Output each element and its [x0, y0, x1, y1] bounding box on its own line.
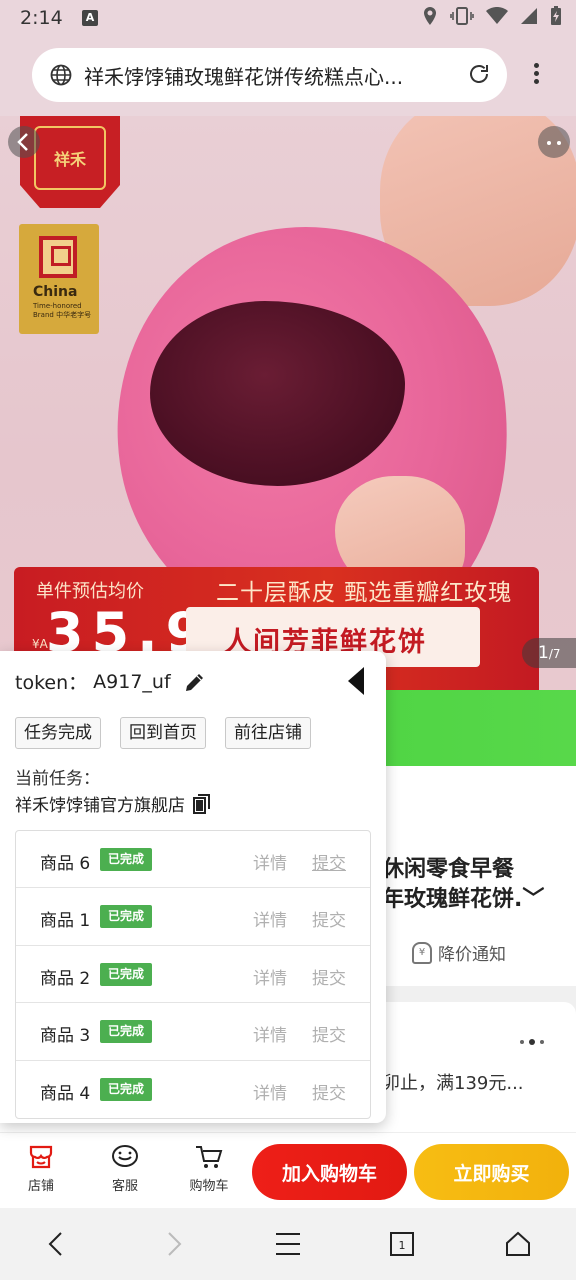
notify-label: 降价通知: [438, 945, 506, 965]
nav-back-icon[interactable]: [44, 1230, 68, 1258]
browser-menu-icon[interactable]: [522, 60, 550, 92]
add-to-cart-button[interactable]: 加入购物车: [252, 1144, 407, 1200]
service-label: 客服: [111, 1179, 138, 1194]
detail-link[interactable]: 详情: [253, 906, 287, 931]
status-badge: 已完成: [100, 962, 153, 986]
submit-link[interactable]: 提交: [312, 849, 346, 874]
goods-name: 商品 4: [40, 1083, 91, 1104]
status-badge: 已完成: [100, 905, 153, 929]
customer-service-icon: [112, 1145, 138, 1167]
submit-link[interactable]: 提交: [312, 964, 346, 989]
browser-toolbar: 祥禾饽饽铺玫瑰鲜花饼传统糕点心...: [0, 36, 576, 116]
bottom-action-bar: 店铺 客服 购物车 加入购物车 立即购买: [0, 1132, 576, 1208]
brand-logo-text: 祥禾: [53, 150, 86, 169]
copy-icon[interactable]: [193, 793, 211, 814]
detail-link[interactable]: 详情: [253, 1021, 287, 1046]
shop-tab[interactable]: 店铺: [16, 1143, 66, 1194]
badge-subtitle: Time-honored Brand 中华老字号: [33, 302, 92, 319]
buy-now-button[interactable]: 立即购买: [414, 1144, 569, 1200]
time-honored-mark-icon: [39, 236, 77, 278]
token-row: token： A917_uf: [15, 668, 207, 695]
collapse-panel-icon[interactable]: [348, 667, 364, 695]
shop-icon: [29, 1145, 53, 1169]
goods-name: 商品 2: [40, 968, 91, 989]
system-navigation: 1: [0, 1208, 576, 1280]
price-drop-notify[interactable]: ¥ 降价通知: [412, 940, 506, 965]
current-task-name: 祥禾饽饽铺官方旗舰店: [15, 791, 211, 816]
shop-label: 店铺: [27, 1179, 54, 1194]
vibrate-icon: [450, 7, 474, 25]
go-shop-button[interactable]: 前往店铺: [225, 717, 311, 749]
location-icon: [424, 7, 436, 25]
goods-row: 商品 6 已完成 详情 提交: [16, 831, 370, 889]
nav-home-icon[interactable]: [504, 1230, 532, 1258]
more-button[interactable]: [538, 126, 570, 158]
battery-icon: [551, 6, 561, 25]
banner-feature-text: 二十层酥皮 甄选重瓣红玫瑰: [216, 580, 513, 606]
goods-name: 商品 3: [40, 1026, 91, 1047]
service-tab[interactable]: 客服: [100, 1143, 150, 1194]
task-complete-button[interactable]: 任务完成: [15, 717, 101, 749]
nav-forward-icon[interactable]: [162, 1230, 186, 1258]
cart-tab[interactable]: 购物车: [184, 1143, 234, 1194]
image-counter: 1/7: [522, 638, 576, 668]
signal-icon: [521, 8, 537, 24]
promo-more-icon[interactable]: [520, 1039, 544, 1045]
submit-link[interactable]: 提交: [312, 906, 346, 931]
status-icons: [422, 6, 562, 26]
promo-text: 卯止，满139元...: [382, 1073, 524, 1094]
banner-price-label: 单件预估均价: [36, 581, 144, 602]
goods-name: 商品 6: [40, 854, 91, 874]
detail-link[interactable]: 详情: [253, 964, 287, 989]
badge-title: China: [33, 284, 78, 300]
status-badge: 已完成: [100, 848, 153, 871]
back-button[interactable]: [8, 126, 40, 158]
time-honored-badge: China Time-honored Brand 中华老字号: [19, 224, 99, 334]
product-image-carousel[interactable]: 祥禾 China Time-honored Brand 中华老字号 单件预估均价…: [0, 116, 576, 690]
status-badge: 已完成: [100, 1020, 153, 1044]
url-text[interactable]: 祥禾饽饽铺玫瑰鲜花饼传统糕点心...: [84, 61, 454, 90]
go-home-button[interactable]: 回到首页: [120, 717, 206, 749]
detail-link[interactable]: 详情: [253, 849, 287, 874]
product-title[interactable]: 休闲零食早餐 年玫瑰鲜花饼.﹀: [382, 855, 572, 915]
goods-row: 商品 4 已完成 详情 提交: [16, 1061, 370, 1118]
task-overlay-panel: token： A917_uf 任务完成 回到首页 前往店铺 当前任务： 祥禾饽饽…: [0, 651, 386, 1123]
wifi-icon: [486, 7, 508, 24]
goods-list: 商品 6 已完成 详情 提交 商品 1 已完成 详情 提交 商品 2 已完成 详…: [15, 830, 371, 1119]
cart-label: 购物车: [189, 1179, 229, 1194]
status-time: 2:14: [20, 7, 63, 29]
status-badge: 已完成: [100, 1077, 153, 1101]
globe-icon: [50, 64, 72, 86]
token-value: A917_uf: [93, 670, 171, 693]
detail-link[interactable]: 详情: [253, 1079, 287, 1104]
chevron-left-icon: [17, 133, 28, 151]
current-task-label: 当前任务：: [15, 769, 100, 789]
cart-icon: [196, 1146, 223, 1168]
goods-name: 商品 1: [40, 911, 91, 932]
svg-text:1: 1: [399, 1239, 406, 1252]
goods-row: 商品 2 已完成 详情 提交: [16, 946, 370, 1004]
nav-tabs-icon[interactable]: 1: [389, 1230, 415, 1258]
url-bar[interactable]: 祥禾饽饽铺玫瑰鲜花饼传统糕点心...: [32, 48, 507, 102]
submit-link[interactable]: 提交: [312, 1021, 346, 1046]
token-label: token：: [15, 672, 88, 694]
status-bar: 2:14 A: [0, 0, 576, 36]
reload-icon[interactable]: [467, 62, 491, 86]
goods-row: 商品 1 已完成 详情 提交: [16, 888, 370, 946]
keyboard-a-icon: A: [82, 10, 98, 26]
goods-row: 商品 3 已完成 详情 提交: [16, 1003, 370, 1061]
nav-menu-icon[interactable]: [274, 1230, 302, 1258]
edit-pencil-icon[interactable]: [183, 670, 207, 694]
price-bell-icon: ¥: [412, 941, 432, 964]
submit-link[interactable]: 提交: [312, 1079, 346, 1104]
